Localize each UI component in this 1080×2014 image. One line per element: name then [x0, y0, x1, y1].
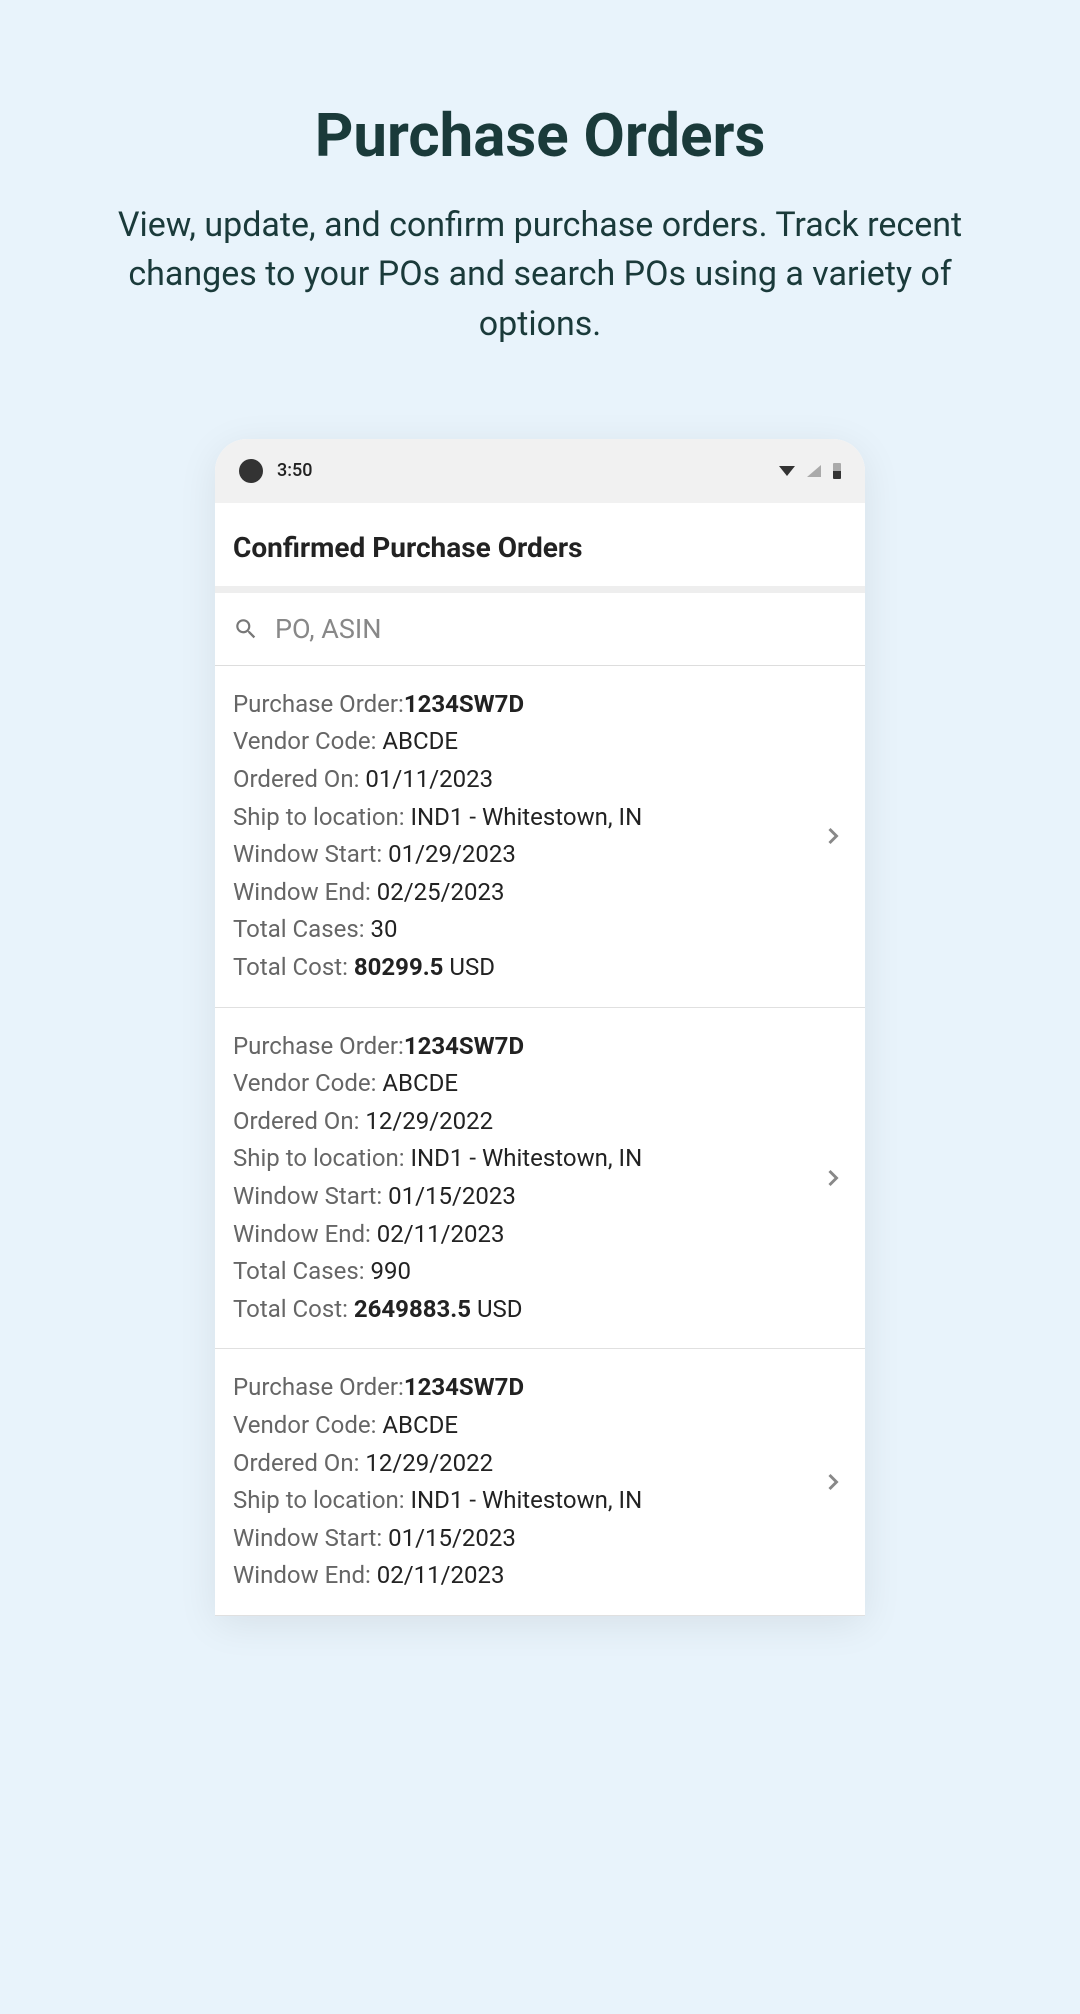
- shipto-value: IND1 - Whitestown, IN: [411, 803, 643, 831]
- vendor-label: Vendor Code:: [233, 1069, 382, 1097]
- chevron-right-icon: [819, 1164, 847, 1192]
- po-item[interactable]: Purchase Order:1234SW7D Vendor Code: ABC…: [215, 666, 865, 1008]
- cost-label: Total Cost:: [233, 1295, 354, 1323]
- ordered-label: Ordered On:: [233, 1107, 365, 1135]
- hero-section: Purchase Orders View, update, and confir…: [0, 0, 1080, 389]
- po-details: Purchase Order:1234SW7D Vendor Code: ABC…: [233, 1030, 809, 1327]
- battery-icon: [833, 463, 841, 479]
- vendor-value: ABCDE: [382, 727, 458, 755]
- cases-value: 990: [370, 1257, 410, 1285]
- shipto-label: Ship to location:: [233, 803, 411, 831]
- winend-label: Window End:: [233, 878, 377, 906]
- winstart-value: 01/15/2023: [388, 1524, 516, 1552]
- ordered-value: 12/29/2022: [365, 1449, 493, 1477]
- phone-frame: 3:50 Confirmed Purchase Orders PO, ASIN …: [215, 439, 865, 1616]
- winstart-value: 01/15/2023: [388, 1182, 516, 1210]
- po-value: 1234SW7D: [404, 1032, 524, 1060]
- winstart-label: Window Start:: [233, 840, 388, 868]
- winend-value: 02/11/2023: [377, 1220, 505, 1248]
- status-bar: 3:50: [215, 439, 865, 503]
- screen-header: Confirmed Purchase Orders: [215, 503, 865, 593]
- status-bar-right: [779, 463, 841, 479]
- shipto-value: IND1 - Whitestown, IN: [411, 1486, 643, 1514]
- po-label: Purchase Order:: [233, 1373, 404, 1401]
- winend-label: Window End:: [233, 1561, 377, 1589]
- search-placeholder: PO, ASIN: [275, 613, 382, 645]
- cost-value: 80299.5: [354, 953, 444, 981]
- signal-icon: [807, 465, 821, 477]
- winend-label: Window End:: [233, 1220, 377, 1248]
- ordered-label: Ordered On:: [233, 1449, 365, 1477]
- po-details: Purchase Order:1234SW7D Vendor Code: ABC…: [233, 1371, 809, 1593]
- po-value: 1234SW7D: [404, 1373, 524, 1401]
- cases-label: Total Cases:: [233, 915, 370, 943]
- vendor-value: ABCDE: [382, 1411, 458, 1439]
- winstart-label: Window Start:: [233, 1524, 388, 1552]
- chevron-right-icon: [819, 1468, 847, 1496]
- winstart-label: Window Start:: [233, 1182, 388, 1210]
- vendor-value: ABCDE: [382, 1069, 458, 1097]
- po-list: Purchase Order:1234SW7D Vendor Code: ABC…: [215, 666, 865, 1616]
- shipto-value: IND1 - Whitestown, IN: [411, 1144, 643, 1172]
- chevron-right-icon: [819, 822, 847, 850]
- ordered-value: 12/29/2022: [365, 1107, 493, 1135]
- vendor-label: Vendor Code:: [233, 1411, 382, 1439]
- po-label: Purchase Order:: [233, 690, 404, 718]
- po-details: Purchase Order:1234SW7D Vendor Code: ABC…: [233, 688, 809, 985]
- po-item[interactable]: Purchase Order:1234SW7D Vendor Code: ABC…: [215, 1008, 865, 1350]
- currency-value: USD: [443, 953, 495, 981]
- cost-label: Total Cost:: [233, 953, 354, 981]
- po-value: 1234SW7D: [404, 690, 524, 718]
- ordered-label: Ordered On:: [233, 765, 365, 793]
- hero-description: View, update, and confirm purchase order…: [100, 201, 980, 349]
- po-item[interactable]: Purchase Order:1234SW7D Vendor Code: ABC…: [215, 1349, 865, 1616]
- search-icon: [233, 616, 259, 642]
- status-dot-icon: [239, 459, 263, 483]
- po-label: Purchase Order:: [233, 1032, 404, 1060]
- winend-value: 02/11/2023: [377, 1561, 505, 1589]
- cases-label: Total Cases:: [233, 1257, 370, 1285]
- cases-value: 30: [370, 915, 397, 943]
- hero-title: Purchase Orders: [100, 100, 980, 171]
- status-time: 3:50: [277, 460, 312, 481]
- winstart-value: 01/29/2023: [388, 840, 516, 868]
- shipto-label: Ship to location:: [233, 1144, 411, 1172]
- search-bar[interactable]: PO, ASIN: [215, 593, 865, 666]
- vendor-label: Vendor Code:: [233, 727, 382, 755]
- ordered-value: 01/11/2023: [365, 765, 493, 793]
- wifi-icon: [779, 466, 795, 476]
- winend-value: 02/25/2023: [377, 878, 505, 906]
- shipto-label: Ship to location:: [233, 1486, 411, 1514]
- currency-value: USD: [471, 1295, 523, 1323]
- status-bar-left: 3:50: [239, 459, 312, 483]
- cost-value: 2649883.5: [354, 1295, 471, 1323]
